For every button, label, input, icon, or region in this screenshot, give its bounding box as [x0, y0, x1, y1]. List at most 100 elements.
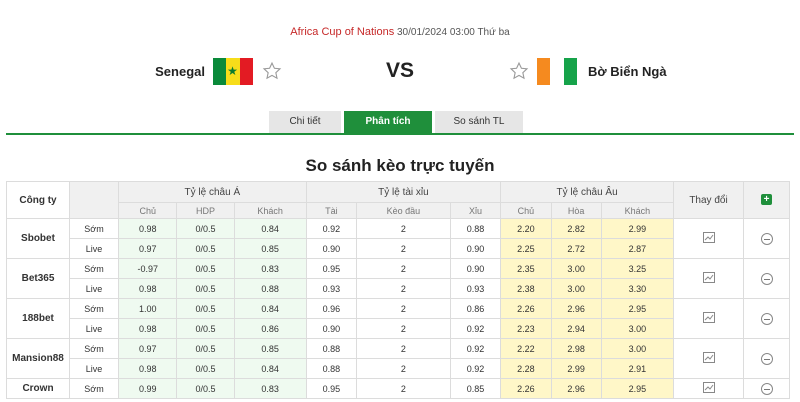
- odds-value: 0.97: [117, 338, 178, 359]
- odds-value: -0.97: [117, 258, 178, 279]
- odds-value: 0/0.5: [176, 258, 235, 279]
- odds-value: 2.35: [500, 258, 552, 279]
- odds-value: 2: [356, 298, 451, 319]
- chart-icon[interactable]: [702, 382, 715, 393]
- odds-value: 0.92: [449, 358, 502, 379]
- company-name[interactable]: 188bet: [6, 298, 70, 339]
- odds-value: 2.22: [500, 338, 552, 359]
- odds-value: 0.95: [305, 378, 358, 399]
- hide-row-cell: [743, 378, 790, 399]
- odds-value: 0.90: [305, 318, 358, 339]
- match-info: Africa Cup of Nations 30/01/2024 03:00 T…: [0, 26, 800, 38]
- odds-value: 3.30: [600, 278, 675, 299]
- odds-value: 3.25: [600, 258, 675, 279]
- odds-type: Live: [69, 278, 119, 299]
- table-row: Crown Sớm 0.99 0/0.5 0.83 0.95 2 0.85 2.26 2.96 2.…: [6, 378, 790, 399]
- company-name[interactable]: Bet365: [6, 258, 70, 299]
- tab-divider: [6, 133, 794, 135]
- odds-value: 2.25: [500, 238, 552, 259]
- match-header: Africa Cup of Nations 30/01/2024 03:00 T…: [0, 0, 800, 138]
- tab-phan-tich[interactable]: Phân tích: [344, 111, 432, 133]
- away-team-name[interactable]: Bờ Biển Ngà: [588, 64, 667, 79]
- odds-value: 0.95: [305, 258, 358, 279]
- table-row: Bet365 Sớm -0.97 0/0.5 0.83 0.95 2 0.90 2.35 3.00…: [6, 258, 790, 299]
- odds-value: 3.00: [600, 338, 675, 359]
- odds-value: 2.26: [500, 298, 552, 319]
- odds-value: 0.92: [449, 338, 502, 359]
- asia-odds-header: Tỷ lệ châu Á: [118, 181, 307, 203]
- sub-header: Tài: [305, 202, 358, 219]
- chart-icon[interactable]: [702, 232, 715, 243]
- odds-value: 2.20: [500, 218, 552, 239]
- odds-value: 0.97: [117, 238, 178, 259]
- odds-type: Sớm: [69, 378, 119, 399]
- odds-value: 0.90: [449, 238, 502, 259]
- company-name[interactable]: Sbobet: [6, 218, 70, 259]
- vs-label: VS: [385, 59, 414, 82]
- company-name[interactable]: Mansion88: [6, 338, 70, 379]
- euro-odds-header: Tỷ lệ châu Âu: [500, 181, 674, 203]
- sub-header: Khách: [233, 202, 307, 219]
- odds-value: 0.98: [117, 218, 178, 239]
- odds-value: 2.96: [550, 378, 602, 399]
- table-row: Sbobet Sớm 0.98 0/0.5 0.84 0.92 2 0.88 2.20 2.82 2…: [6, 218, 790, 259]
- odds-value: 2.95: [600, 298, 675, 319]
- odds-value: 2.96: [550, 298, 602, 319]
- odds-value: 2: [356, 278, 451, 299]
- add-icon[interactable]: +: [761, 194, 772, 206]
- sub-header: Xỉu: [449, 202, 502, 219]
- collapse-icon[interactable]: [760, 382, 773, 395]
- table-row: Live 0.98 0/0.5 0.88 0.93 2 0.93 2.38 3.00 3.30: [7, 278, 790, 299]
- odds-value: 2.38: [500, 278, 552, 299]
- odds-type: Sớm: [69, 338, 119, 359]
- type-header: [69, 181, 119, 219]
- sub-header: Kèo đầu: [356, 202, 451, 219]
- chart-icon[interactable]: [702, 312, 715, 323]
- hide-row-cell: [743, 218, 790, 259]
- odds-value: 2: [356, 358, 451, 379]
- odds-value: 2.28: [500, 358, 552, 379]
- odds-value: 2: [356, 338, 451, 359]
- odds-type: Sớm: [69, 298, 119, 319]
- odds-value: 0/0.5: [176, 298, 235, 319]
- league-link[interactable]: Africa Cup of Nations: [290, 26, 394, 38]
- odds-value: 0.98: [117, 318, 178, 339]
- odds-value: 0.83: [233, 258, 307, 279]
- table-row: Live 0.97 0/0.5 0.85 0.90 2 0.90 2.25 2.72 2.87: [7, 238, 790, 259]
- table-row: 188bet Sớm 1.00 0/0.5 0.84 0.96 2 0.86 2.26 2.96 2…: [6, 298, 790, 339]
- sub-header: Chủ: [500, 202, 552, 219]
- table-row: Mansion88 Sớm 0.97 0/0.5 0.85 0.88 2 0.92 2.22 2.…: [6, 338, 790, 379]
- tab-so-sanh-tl[interactable]: So sánh TL: [435, 111, 523, 133]
- odds-change-cell: [673, 218, 744, 259]
- odds-value: 2.26: [500, 378, 552, 399]
- odds-value: 0.90: [305, 238, 358, 259]
- company-name[interactable]: Crown: [6, 378, 70, 399]
- collapse-icon[interactable]: [760, 312, 773, 325]
- odds-value: 0.90: [449, 258, 502, 279]
- company-header: Công ty: [6, 181, 70, 219]
- hide-row-cell: [743, 338, 790, 379]
- odds-value: 0/0.5: [176, 378, 235, 399]
- odds-type: Live: [69, 238, 119, 259]
- collapse-icon[interactable]: [760, 232, 773, 245]
- odds-value: 2.23: [500, 318, 552, 339]
- odds-type: Sớm: [69, 218, 119, 239]
- odds-value: 3.00: [550, 258, 602, 279]
- chart-icon[interactable]: [702, 272, 715, 283]
- odds-value: 0.99: [117, 378, 178, 399]
- collapse-icon[interactable]: [760, 352, 773, 365]
- odds-change-cell: [673, 338, 744, 379]
- odds-value: 2: [356, 238, 451, 259]
- chart-icon[interactable]: [702, 352, 715, 363]
- odds-value: 3.00: [550, 278, 602, 299]
- tab-chi-tiet[interactable]: Chi tiết: [269, 111, 341, 133]
- odds-value: 2.98: [550, 338, 602, 359]
- odds-value: 2.72: [550, 238, 602, 259]
- odds-value: 0.88: [305, 338, 358, 359]
- favorite-star-icon[interactable]: [509, 61, 529, 81]
- sub-header: HDP: [176, 202, 235, 219]
- odds-change-cell: [673, 298, 744, 339]
- odds-value: 0/0.5: [176, 318, 235, 339]
- collapse-icon[interactable]: [760, 272, 773, 285]
- odds-value: 2.91: [600, 358, 675, 379]
